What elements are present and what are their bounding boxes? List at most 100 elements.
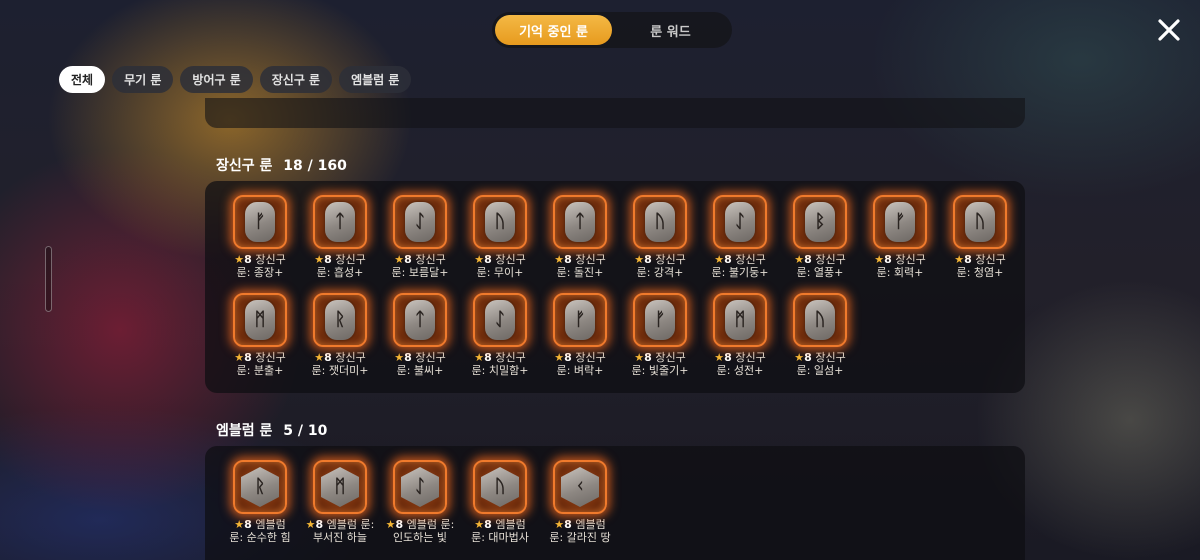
rune-icon: ᚱ <box>233 460 287 514</box>
rune-label: ★8 엠블럼 룬: 갈라진 땅 <box>549 518 610 544</box>
rune-name: 룬: 열풍+ <box>796 266 844 279</box>
rune-glyph-icon: ᛏ <box>574 211 586 232</box>
rune-type: 장신구 <box>815 351 846 364</box>
rune-name: 룬: 벼락+ <box>556 364 604 377</box>
filter-accessory-rune[interactable]: 장신구 룬 <box>259 66 333 93</box>
rune-card[interactable]: ᚱ ★8 장신구 룬: 잿더미+ <box>300 293 380 377</box>
rune-level: ★8 <box>794 351 812 364</box>
rune-glyph-icon: ᚢ <box>494 211 506 232</box>
rune-card[interactable]: ᛗ ★8 엠블럼 룬: 부서진 하늘 <box>300 460 380 544</box>
rune-card[interactable]: ᚠ ★8 장신구 룬: 빛줄기+ <box>620 293 700 377</box>
rune-level-type: ★8 장신구 <box>314 253 365 266</box>
rune-level-type: ★8 엠블럼 <box>471 518 529 531</box>
rune-type: 장신구 <box>575 253 606 266</box>
rune-card[interactable]: ᚠ ★8 장신구 룬: 벼락+ <box>540 293 620 377</box>
rune-level-type: ★8 장신구 <box>794 351 845 364</box>
rune-type: 장신구 <box>735 253 766 266</box>
rune-card[interactable]: ᚠ ★8 장신구 룬: 회력+ <box>860 195 940 279</box>
rune-glyph-icon: ᚠ <box>894 211 906 232</box>
rune-glyph-icon: ᚱ <box>254 476 266 497</box>
rune-icon: ᚱ <box>313 293 367 347</box>
rune-type: 장신구 <box>415 351 446 364</box>
rune-type: 엠블럼 룬: <box>406 518 455 531</box>
rune-stone: ᛇ <box>401 467 439 507</box>
rune-card[interactable]: ᚢ ★8 장신구 룬: 강격+ <box>620 195 700 279</box>
rune-name: 룬: 성전+ <box>716 364 764 377</box>
rune-icon: ᚢ <box>473 195 527 249</box>
rune-card[interactable]: ᛗ ★8 장신구 룬: 분출+ <box>220 293 300 377</box>
rune-glyph-icon: ᚠ <box>654 309 666 330</box>
section-title-accessory: 장신구 룬 18 / 160 <box>216 155 347 175</box>
rune-level-type: ★8 장신구 <box>794 253 845 266</box>
rune-name: 룬: 일섬+ <box>796 364 844 377</box>
rune-name: 룬: 회력+ <box>876 266 924 279</box>
rune-card[interactable]: ᛒ ★8 장신구 룬: 열풍+ <box>780 195 860 279</box>
rune-card[interactable]: ᚠ ★8 장신구 룬: 종장+ <box>220 195 300 279</box>
section-name: 엠블럼 룬 <box>216 423 273 439</box>
rune-name: 룬: 불기둥+ <box>711 266 769 279</box>
rune-level: ★8 <box>474 253 492 266</box>
top-tab-bar: 기억 중인 룬 룬 워드 <box>492 12 732 48</box>
rune-card[interactable]: ᚢ ★8 장신구 룬: 일섬+ <box>780 293 860 377</box>
rune-card[interactable]: ᛇ ★8 장신구 룬: 보름달+ <box>380 195 460 279</box>
rune-level: ★8 <box>554 351 572 364</box>
rune-card[interactable]: ᛏ ★8 장신구 룬: 흡성+ <box>300 195 380 279</box>
rune-label: ★8 장신구 룬: 치밀함+ <box>472 351 529 377</box>
rune-card[interactable]: ᚢ ★8 엠블럼 룬: 대마법사 <box>460 460 540 544</box>
rune-name: 룬: 대마법사 <box>471 531 529 544</box>
rune-card[interactable]: ᚱ ★8 엠블럼 룬: 순수한 힘 <box>220 460 300 544</box>
rune-label: ★8 장신구 룬: 불씨+ <box>394 351 445 377</box>
rune-type: 장신구 <box>415 253 446 266</box>
filter-weapon-rune[interactable]: 무기 룬 <box>112 66 174 93</box>
rune-card[interactable]: ᛏ ★8 장신구 룬: 불씨+ <box>380 293 460 377</box>
rune-card[interactable]: ᚲ ★8 엠블럼 룬: 갈라진 땅 <box>540 460 620 544</box>
rune-name: 룬: 돌진+ <box>556 266 604 279</box>
rune-name: 룬: 종장+ <box>236 266 284 279</box>
rune-name: 룬: 흡성+ <box>316 266 364 279</box>
rune-glyph-icon: ᛇ <box>414 211 426 232</box>
rune-icon: ᛒ <box>793 195 847 249</box>
rune-level: ★8 <box>234 518 252 531</box>
rune-type: 엠블럼 <box>575 518 606 531</box>
rune-glyph-icon: ᚠ <box>254 211 266 232</box>
rune-glyph-icon: ᚢ <box>654 211 666 232</box>
rune-stone: ᛇ <box>725 202 755 242</box>
rune-level: ★8 <box>794 253 812 266</box>
rune-level: ★8 <box>714 351 732 364</box>
rune-card[interactable]: ᚢ ★8 장신구 룬: 청염+ <box>940 195 1020 279</box>
rune-level: ★8 <box>305 518 324 531</box>
rune-type: 장신구 <box>735 351 766 364</box>
rune-glyph-icon: ᛇ <box>734 211 746 232</box>
rune-name: 룬: 순수한 힘 <box>229 531 291 544</box>
rune-card[interactable]: ᛇ ★8 장신구 룬: 불기둥+ <box>700 195 780 279</box>
rune-label: ★8 엠블럼 룬: 순수한 힘 <box>229 518 290 544</box>
rune-name: 룬: 보름달+ <box>391 266 449 279</box>
tab-rune-words[interactable]: 룬 워드 <box>612 15 729 45</box>
rune-glyph-icon: ᛗ <box>254 309 266 330</box>
rune-level-type: ★8 장신구 <box>714 351 765 364</box>
rune-level-type: ★8 장신구 <box>632 351 689 364</box>
filter-emblem-rune[interactable]: 엠블럼 룬 <box>339 66 412 93</box>
rune-card[interactable]: ᛗ ★8 장신구 룬: 성전+ <box>700 293 780 377</box>
rune-stone: ᛇ <box>405 202 435 242</box>
filter-all[interactable]: 전체 <box>59 66 106 93</box>
rune-label: ★8 장신구 룬: 무이+ <box>474 253 525 279</box>
rune-type: 장신구 <box>335 253 366 266</box>
rune-stone: ᚢ <box>481 467 519 507</box>
rune-level: ★8 <box>634 253 652 266</box>
previous-section-panel <box>205 98 1025 128</box>
rune-card[interactable]: ᚢ ★8 장신구 룬: 무이+ <box>460 195 540 279</box>
category-filter-bar: 전체 무기 룬 방어구 룬 장신구 룬 엠블럼 룬 <box>59 66 412 93</box>
rune-level-type: ★8 엠블럼 <box>549 518 610 531</box>
rune-card[interactable]: ᛇ ★8 엠블럼 룬: 인도하는 빛 <box>380 460 460 544</box>
rune-icon: ᛏ <box>393 293 447 347</box>
rune-stone: ᚠ <box>885 202 915 242</box>
rune-glyph-icon: ᚲ <box>574 476 586 497</box>
rune-card[interactable]: ᛇ ★8 장신구 룬: 치밀함+ <box>460 293 540 377</box>
rune-card[interactable]: ᛏ ★8 장신구 룬: 돌진+ <box>540 195 620 279</box>
rune-type: 장신구 <box>255 253 286 266</box>
filter-armor-rune[interactable]: 방어구 룬 <box>180 66 253 93</box>
close-button[interactable] <box>1153 14 1185 46</box>
tab-remembered-runes[interactable]: 기억 중인 룬 <box>495 15 612 45</box>
rune-level: ★8 <box>234 351 252 364</box>
